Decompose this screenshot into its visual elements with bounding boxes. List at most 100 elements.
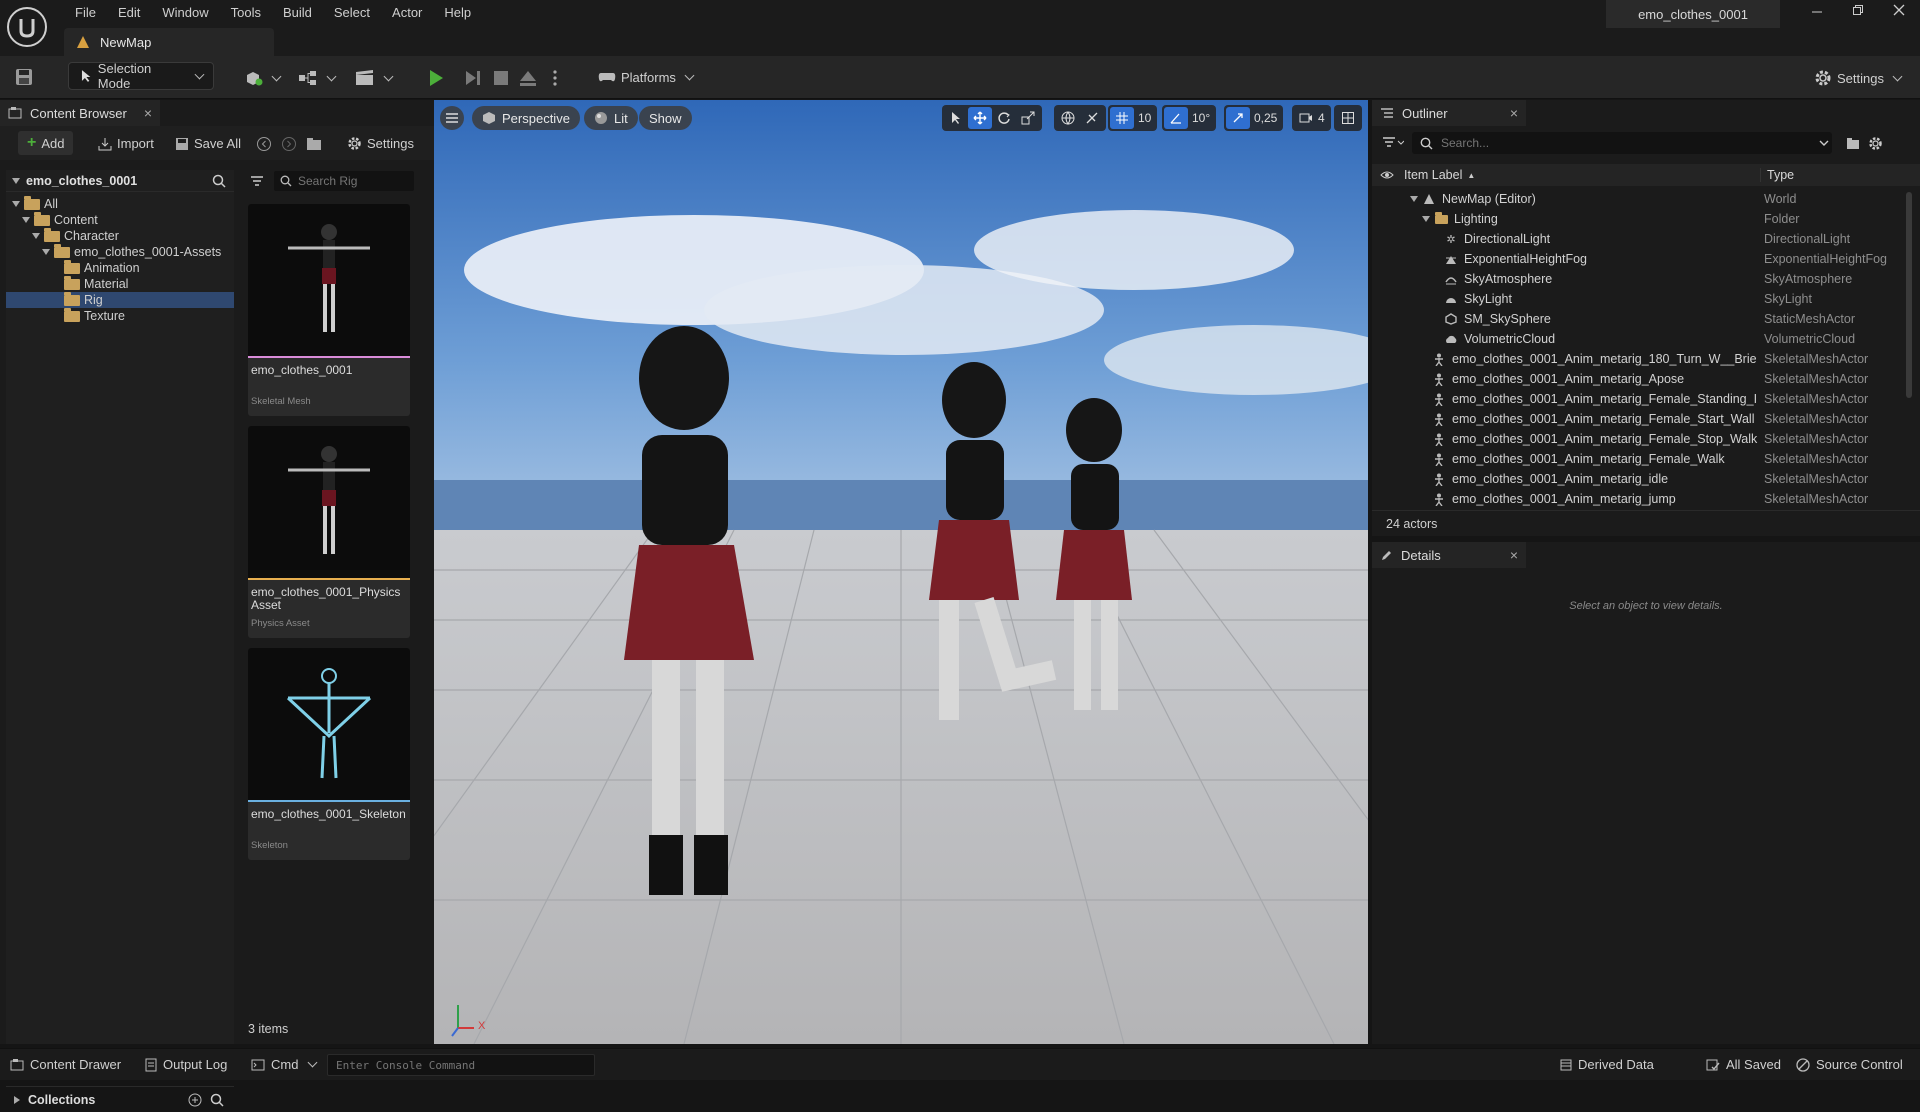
move-tool-icon[interactable] <box>968 107 992 129</box>
all-saved-button[interactable]: All Saved <box>1706 1057 1781 1072</box>
menu-window[interactable]: Window <box>151 2 219 23</box>
menu-help[interactable]: Help <box>433 2 482 23</box>
outliner-row[interactable]: Lighting Folder <box>1372 209 1912 229</box>
asset-tile[interactable]: emo_clothes_0001_Physics Asset Physics A… <box>248 426 410 638</box>
tree-item-content[interactable]: Content <box>6 211 234 228</box>
menu-actor[interactable]: Actor <box>381 2 433 23</box>
details-tab[interactable]: Details × <box>1372 542 1526 568</box>
column-type[interactable]: Type <box>1760 168 1794 182</box>
scale-tool-icon[interactable] <box>1016 107 1040 129</box>
folder-browse-icon[interactable] <box>306 136 322 152</box>
outliner-search-box[interactable] <box>1412 132 1832 154</box>
outliner-row[interactable]: emo_clothes_0001_Anim_metarig_Female_Sta… <box>1372 409 1912 429</box>
outliner-tab[interactable]: Outliner × <box>1372 100 1526 126</box>
outliner-search-input[interactable] <box>1441 136 1811 150</box>
perspective-button[interactable]: Perspective <box>472 106 580 130</box>
outliner-row[interactable]: ✲ DirectionalLight DirectionalLight <box>1372 229 1912 249</box>
outliner-row[interactable]: emo_clothes_0001_Anim_metarig_jump Skelet… <box>1372 489 1912 509</box>
forward-icon[interactable] <box>281 136 297 152</box>
cmd-dropdown[interactable]: Cmd <box>251 1057 316 1072</box>
add-button[interactable]: + Add <box>18 131 74 155</box>
step-icon[interactable] <box>464 69 482 87</box>
menu-file[interactable]: File <box>64 2 107 23</box>
camera-speed-control[interactable]: 4 <box>1292 105 1331 131</box>
save-all-button[interactable]: Save All <box>175 136 241 151</box>
viewport-layout-button[interactable] <box>1334 105 1362 131</box>
close-tab-icon[interactable]: × <box>1510 547 1518 563</box>
add-folder-icon[interactable] <box>1846 136 1860 150</box>
eject-icon[interactable] <box>519 69 537 87</box>
chevron-down-icon[interactable] <box>1819 139 1829 147</box>
source-control-button[interactable]: Source Control <box>1796 1057 1903 1072</box>
play-icon[interactable] <box>427 69 445 87</box>
sources-header[interactable]: emo_clothes_0001 <box>6 170 234 192</box>
stop-icon[interactable] <box>493 70 509 86</box>
show-button[interactable]: Show <box>639 106 692 130</box>
menu-edit[interactable]: Edit <box>107 2 151 23</box>
console-command-input[interactable] <box>327 1054 595 1076</box>
grid-snap-control[interactable]: 10 <box>1108 105 1158 131</box>
outliner-row[interactable]: emo_clothes_0001_Anim_metarig_Female_Wal… <box>1372 449 1912 469</box>
filter-icon[interactable] <box>250 175 266 187</box>
tree-item-rig[interactable]: Rig <box>6 291 234 308</box>
filter-icon[interactable] <box>1382 136 1404 150</box>
close-icon[interactable] <box>1878 4 1919 16</box>
platforms-dropdown[interactable]: Platforms <box>598 69 693 85</box>
content-browser-tab[interactable]: Content Browser × <box>0 100 160 126</box>
level-viewport[interactable]: X Perspective Lit Show 10 10° 0,25 4 <box>434 100 1368 1044</box>
outliner-row[interactable]: ExponentialHeightFog ExponentialHeightFog <box>1372 249 1912 269</box>
surface-snap-icon[interactable] <box>1080 107 1104 129</box>
outliner-row[interactable]: emo_clothes_0001_Anim_metarig_Female_Sto… <box>1372 429 1912 449</box>
world-space-icon[interactable] <box>1056 107 1080 129</box>
menu-build[interactable]: Build <box>272 2 323 23</box>
outliner-row[interactable]: SM_SkySphere StaticMeshActor <box>1372 309 1912 329</box>
asset-tile[interactable]: emo_clothes_0001 Skeletal Mesh <box>248 204 410 416</box>
menu-select[interactable]: Select <box>323 2 381 23</box>
select-tool-icon[interactable] <box>944 107 968 129</box>
asset-tile[interactable]: emo_clothes_0001_Skeleton Skeleton <box>248 648 410 860</box>
outliner-row[interactable]: SkyLight SkyLight <box>1372 289 1912 309</box>
tree-item-material[interactable]: Material <box>6 275 234 292</box>
tree-item-all[interactable]: All <box>6 195 234 212</box>
content-drawer-button[interactable]: Content Drawer <box>10 1057 121 1072</box>
output-log-button[interactable]: Output Log <box>145 1057 227 1072</box>
content-settings-button[interactable]: Settings <box>347 136 414 151</box>
tree-item-animation[interactable]: Animation <box>6 259 234 276</box>
close-tab-icon[interactable]: × <box>1510 105 1518 121</box>
collections-header[interactable]: Collections <box>6 1086 234 1112</box>
outliner-row[interactable]: VolumetricCloud VolumetricCloud <box>1372 329 1912 349</box>
import-button[interactable]: Import <box>98 136 154 151</box>
add-collection-icon[interactable] <box>188 1093 202 1107</box>
more-options-icon[interactable] <box>552 69 558 87</box>
unreal-logo-icon[interactable] <box>6 6 48 48</box>
outliner-row[interactable]: emo_clothes_0001_Anim_metarig_idle Skelet… <box>1372 469 1912 489</box>
back-icon[interactable] <box>256 136 272 152</box>
outliner-scrollbar-thumb[interactable] <box>1906 192 1912 398</box>
close-tab-icon[interactable]: × <box>144 105 152 121</box>
tree-item-texture[interactable]: Texture <box>6 307 234 324</box>
tree-item-assets[interactable]: emo_clothes_0001-Assets <box>6 243 234 260</box>
cinematics-button[interactable] <box>355 70 392 86</box>
asset-search-input[interactable] <box>298 174 408 188</box>
settings-dropdown[interactable]: Settings <box>1814 69 1901 87</box>
scale-snap-control[interactable]: 0,25 <box>1224 105 1284 131</box>
outliner-row[interactable]: SkyAtmosphere SkyAtmosphere <box>1372 269 1912 289</box>
minimize-icon[interactable] <box>1796 4 1837 16</box>
asset-search-box[interactable] <box>274 171 414 191</box>
viewport-menu-button[interactable] <box>440 106 464 130</box>
tree-item-character[interactable]: Character <box>6 227 234 244</box>
menu-tools[interactable]: Tools <box>220 2 272 23</box>
rotation-snap-control[interactable]: 10° <box>1162 105 1217 131</box>
visibility-eye-icon[interactable] <box>1380 170 1394 180</box>
outliner-row[interactable]: emo_clothes_0001_Anim_metarig_Apose Skele… <box>1372 369 1912 389</box>
restore-icon[interactable] <box>1837 4 1878 16</box>
column-item-label[interactable]: Item Label <box>1404 168 1462 182</box>
search-icon[interactable] <box>210 1093 224 1107</box>
rotate-tool-icon[interactable] <box>992 107 1016 129</box>
outliner-row[interactable]: emo_clothes_0001_Anim_metarig_180_Turn_W… <box>1372 349 1912 369</box>
map-tab[interactable]: NewMap <box>64 28 274 56</box>
add-actor-button[interactable] <box>245 70 280 86</box>
lit-button[interactable]: Lit <box>584 106 638 130</box>
derived-data-button[interactable]: Derived Data <box>1560 1057 1654 1072</box>
blueprint-button[interactable] <box>298 70 335 86</box>
